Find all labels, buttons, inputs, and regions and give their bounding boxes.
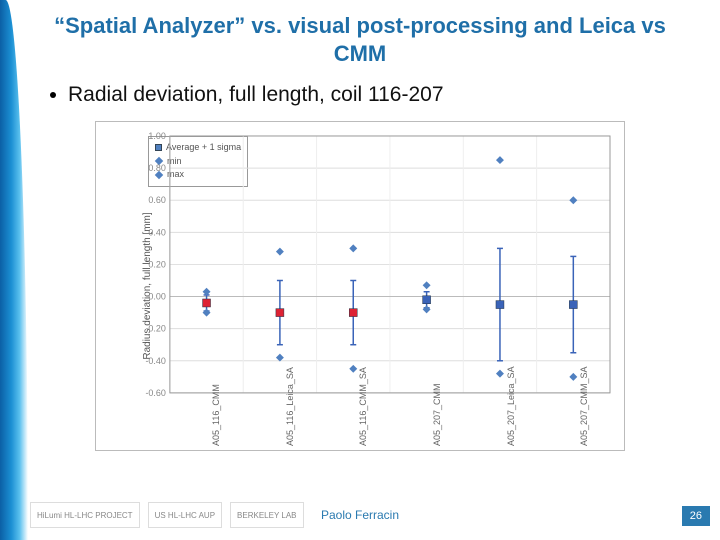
- svg-text:-0.60: -0.60: [145, 388, 165, 397]
- svg-text:0.20: 0.20: [148, 259, 165, 269]
- chart-container: Radius deviation, full length [mm] Avera…: [95, 121, 625, 451]
- chart-plot-area: -0.60 -0.40 -0.20 0.00 0.20 0.40 0.60 0.80 1.00: [140, 132, 616, 397]
- logo-lbnl: BERKELEY LAB: [230, 502, 303, 528]
- chart-category-label: A05_207_CMM_SA: [579, 366, 589, 446]
- svg-text:1.00: 1.00: [148, 132, 165, 141]
- bullet-text: Radial deviation, full length, coil 116-…: [68, 83, 444, 106]
- logo-hilumi: HiLumi HL-LHC PROJECT: [30, 502, 140, 528]
- slide-footer: HiLumi HL-LHC PROJECT US HL-LHC AUP BERK…: [0, 492, 720, 534]
- chart-category-label: A05_116_CMM: [211, 384, 221, 446]
- svg-text:0.40: 0.40: [148, 227, 165, 237]
- bullet-item: Radial deviation, full length, coil 116-…: [0, 77, 720, 113]
- svg-text:0.60: 0.60: [148, 195, 165, 205]
- chart-category-label: A05_207_Leica_SA: [506, 366, 516, 446]
- page-number: 26: [682, 506, 710, 526]
- author-name: Paolo Ferracin: [321, 508, 399, 522]
- svg-text:0.80: 0.80: [148, 163, 165, 173]
- slide-title: “Spatial Analyzer” vs. visual post-proce…: [0, 0, 720, 77]
- logo-aup: US HL-LHC AUP: [148, 502, 222, 528]
- svg-text:0.00: 0.00: [148, 292, 165, 302]
- chart-category-label: A05_116_Leica_SA: [285, 367, 295, 446]
- chart-category-label: A05_116_CMM_SA: [358, 367, 368, 446]
- bullet-dot: [50, 92, 56, 98]
- chart-category-label: A05_207_CMM: [432, 383, 442, 446]
- logo-row: HiLumi HL-LHC PROJECT US HL-LHC AUP BERK…: [30, 502, 304, 528]
- svg-text:-0.40: -0.40: [145, 356, 165, 366]
- svg-text:-0.20: -0.20: [145, 324, 165, 334]
